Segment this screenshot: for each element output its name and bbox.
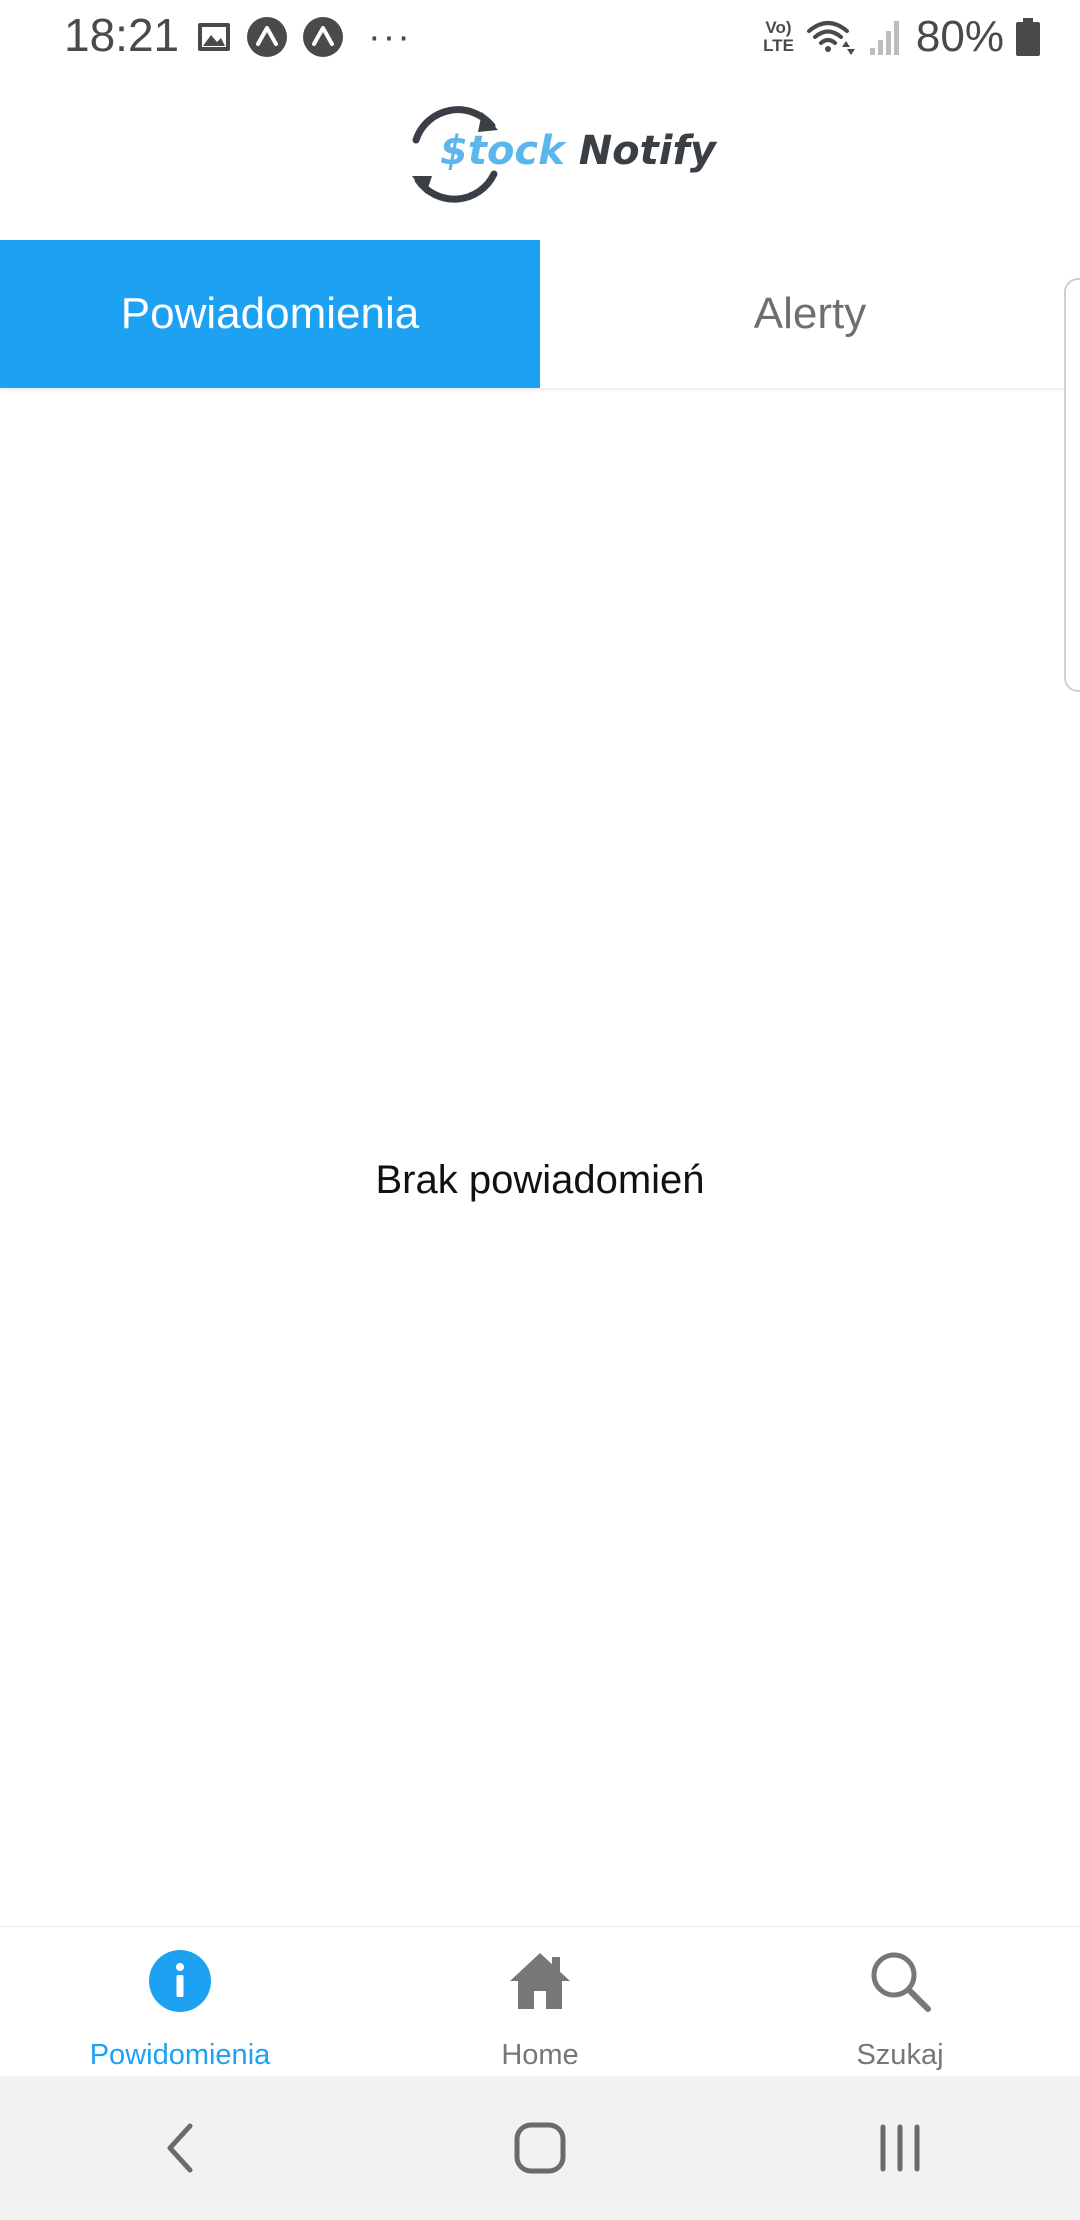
back-icon [167,2123,193,2173]
signal-icon [868,18,902,56]
status-bar: 18:21 ··· Vo) LTE 80% [0,0,1080,74]
app-notification-icon [302,16,344,58]
tab-label: Alerty [753,289,867,338]
battery-icon [1016,18,1040,56]
app-header: $tock Notify [0,74,1080,241]
system-home-button[interactable] [440,2076,640,2220]
app-notification-icon [246,16,288,58]
system-back-button[interactable] [80,2076,280,2220]
info-icon [149,1950,211,2012]
wifi-icon [806,17,856,57]
empty-state-message: Brak powiadomień [375,1158,705,1202]
status-notification-icons: ··· [196,14,426,60]
system-recent-apps-button[interactable] [800,2076,1000,2220]
top-tabs: Powiadomienia Alerty [0,240,1080,388]
logo-text-notify: Notify [578,128,716,174]
home-icon [510,1953,570,2009]
volte-label: Vo) [765,18,792,37]
nav-label: Powidomienia [89,2039,271,2071]
notifications-list: Brak powiadomień [0,388,1080,1928]
tab-powiadomienia[interactable]: Powiadomienia [0,240,540,388]
nav-item-home[interactable]: Home [360,1927,720,2077]
image-icon [196,21,232,53]
logo-text-stock: $tock [440,128,565,174]
home-button-icon [514,2122,566,2174]
logo-text: $tock Notify [440,128,716,174]
nav-item-notifications[interactable]: Powidomienia [0,1927,360,2077]
tab-label: Powiadomienia [120,289,420,338]
system-navigation-bar [0,2076,1080,2220]
search-icon [871,1952,931,2012]
tab-alerty[interactable]: Alerty [540,240,1080,388]
status-system-icons: Vo) LTE 80% [751,12,1040,62]
volte-icon: Vo) LTE [763,19,794,55]
nav-item-search[interactable]: Szukaj [720,1927,1080,2077]
nav-label: Home [501,2039,579,2071]
battery-percent: 80% [915,12,1004,61]
lte-label: LTE [763,36,794,55]
recent-apps-icon [880,2124,920,2172]
app-logo: $tock Notify [400,98,716,208]
nav-label: Szukaj [856,2039,944,2071]
more-notifications-icon: ··· [368,15,412,58]
bottom-navigation: Powidomienia Home Szukaj [0,1926,1080,2077]
status-time: 18:21 [64,9,180,61]
